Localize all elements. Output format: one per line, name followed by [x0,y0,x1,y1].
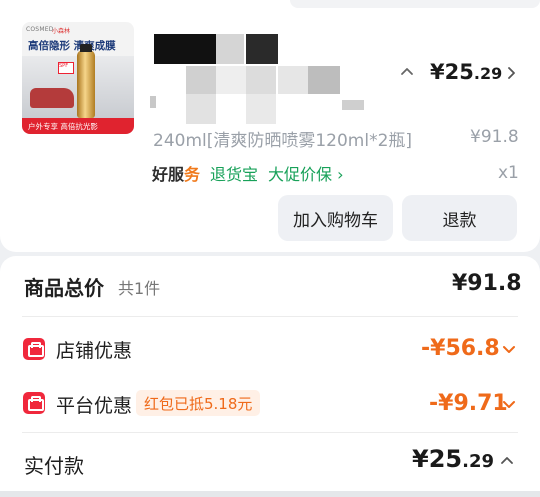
product-price-currency: ¥ [430,60,445,84]
product-quantity: x1 [498,163,519,183]
divider [22,316,518,317]
total-label: 商品总价 [24,276,104,300]
product-price: ¥25.29 [430,60,502,84]
paid-currency: ¥ [412,445,429,473]
thumbnail-sticker: SPF [58,62,74,74]
product-thumbnail[interactable]: COSMED 小森林 高倍隐形 清爽成膜 SPF 户外专享 高倍抗光影 [22,22,134,134]
paid-integer: 25 [428,445,463,473]
chevron-down-icon[interactable] [501,341,517,357]
platform-coupon-icon [23,392,45,414]
bottom-edge [0,491,540,497]
service-price-protection[interactable]: 大促价保 › [268,161,344,185]
total-value: ¥91.8 [452,271,522,296]
product-title-obscured[interactable] [150,30,380,126]
refund-button[interactable]: 退款 [402,195,517,241]
paid-label: 实付款 [24,454,84,478]
thumbnail-bottle-graphic [77,44,95,118]
product-price-decimal: .29 [473,64,503,83]
thumbnail-headline: 高倍隐形 清爽成膜 [28,40,116,52]
thumbnail-brand-secondary: 小森林 [52,28,71,35]
red-packet-tag: 红包已抵5.18元 [136,390,261,416]
divider [22,432,518,433]
product-unit-price: ¥91.8 [470,127,519,147]
store-discount-value[interactable]: -¥56.8 [421,336,500,361]
store-coupon-icon [23,338,45,360]
thumbnail-banner-text: 户外专享 高倍抗光影 [28,122,98,131]
platform-discount-value[interactable]: -¥9.71 [429,391,508,416]
thumbnail-car-graphic [30,88,74,108]
store-discount-label: 店铺优惠 [56,340,133,362]
order-product-card: COSMED 小森林 高倍隐形 清爽成膜 SPF 户外专享 高倍抗光影 ¥25.… [0,0,540,252]
chevron-right-icon[interactable] [503,65,519,81]
paid-value: ¥25.29 [412,445,494,473]
product-variant: 240ml[清爽防晒喷雾120ml*2瓶] [153,131,413,151]
chevron-up-icon[interactable] [499,453,515,469]
total-count: 共1件 [118,279,161,298]
add-to-cart-button[interactable]: 加入购物车 [278,195,393,241]
chevron-up-icon[interactable] [399,64,415,80]
chevron-down-icon[interactable] [501,396,517,412]
paid-decimal: .29 [462,451,494,472]
good-service-suffix: 务 [184,165,201,184]
good-service-label: 好服务 [152,161,200,185]
thumbnail-banner: 户外专享 高倍抗光影 [22,118,134,134]
product-price-integer: 25 [444,60,474,84]
thumbnail-brand: COSMED [26,26,54,33]
service-return-insurance[interactable]: 退货宝 [210,161,258,185]
service-tags: 好服务 退货宝 大促价保 › [152,161,344,185]
good-service-prefix: 好服 [152,165,185,184]
platform-discount-label: 平台优惠 [56,395,133,417]
